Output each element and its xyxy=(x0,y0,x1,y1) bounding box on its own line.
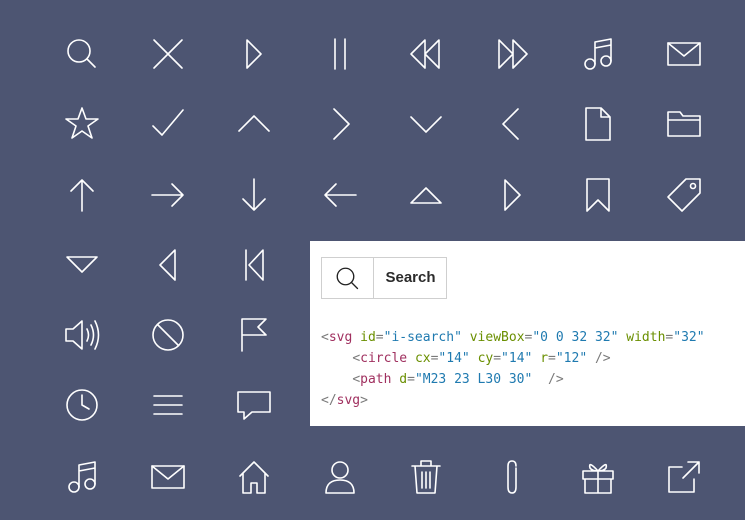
arrow-right-icon xyxy=(148,175,188,215)
music-note-icon xyxy=(578,34,618,74)
user-icon xyxy=(320,457,360,497)
arrow-down-icon xyxy=(234,175,274,215)
star-icon xyxy=(62,104,102,144)
document-icon xyxy=(578,104,618,144)
clock-icon xyxy=(62,385,102,425)
volume-icon xyxy=(62,315,102,355)
folder-icon xyxy=(664,104,704,144)
mail-icon xyxy=(148,457,188,497)
menu-icon xyxy=(148,385,188,425)
tag-icon xyxy=(664,175,704,215)
chevron-up-icon xyxy=(234,104,274,144)
search-icon xyxy=(62,34,102,74)
search-button-label: Search xyxy=(385,269,436,286)
mail-icon xyxy=(664,34,704,74)
paperclip-icon xyxy=(492,457,532,497)
chevron-left-icon xyxy=(492,104,532,144)
chevron-right-icon xyxy=(320,104,360,144)
ban-icon xyxy=(148,315,188,355)
triangle-down-icon xyxy=(62,245,102,285)
code-snippet: <svg id="i-search" viewBox="0 0 32 32" w… xyxy=(321,330,705,408)
play-icon xyxy=(234,34,274,74)
triangle-right-icon xyxy=(492,175,532,215)
gift-icon xyxy=(578,457,618,497)
search-button[interactable]: Search xyxy=(321,257,447,299)
triangle-up-icon xyxy=(406,175,446,215)
chat-icon xyxy=(234,385,274,425)
triangle-left-icon xyxy=(148,245,188,285)
rewind-icon xyxy=(406,34,446,74)
flag-icon xyxy=(234,315,274,355)
fast-forward-icon xyxy=(492,34,532,74)
pause-icon xyxy=(320,34,360,74)
skip-back-icon xyxy=(234,245,274,285)
demo-panel: Search <svg id="i-search" viewBox="0 0 3… xyxy=(310,241,745,426)
external-link-icon xyxy=(664,457,704,497)
chevron-down-icon xyxy=(406,104,446,144)
close-icon xyxy=(148,34,188,74)
search-icon xyxy=(322,258,374,298)
arrow-left-icon xyxy=(320,175,360,215)
home-icon xyxy=(234,457,274,497)
trash-icon xyxy=(406,457,446,497)
bookmark-icon xyxy=(578,175,618,215)
arrow-up-icon xyxy=(62,175,102,215)
checkmark-icon xyxy=(148,104,188,144)
music-note-icon xyxy=(62,457,102,497)
